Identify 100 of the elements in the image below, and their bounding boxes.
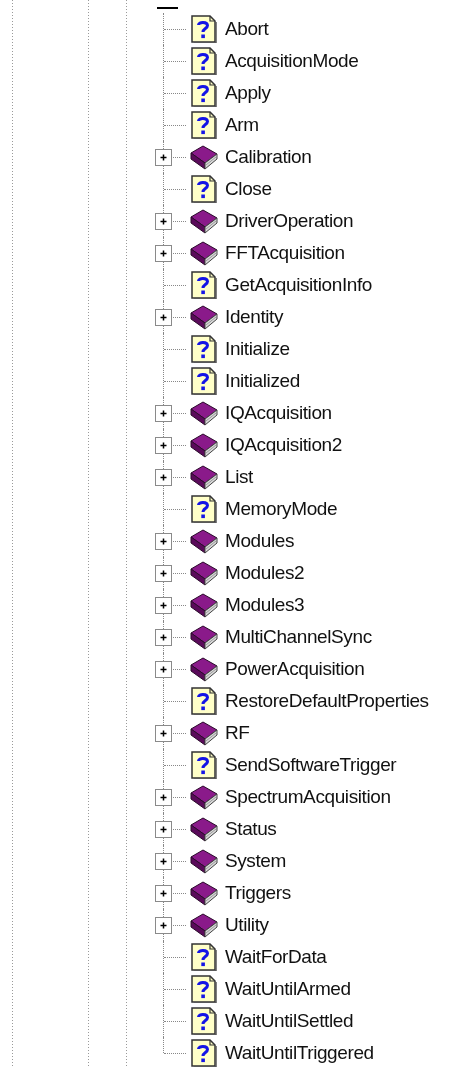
plus-icon	[159, 793, 168, 802]
help-page-icon	[191, 111, 217, 139]
book-icon	[189, 208, 219, 234]
expand-button[interactable]	[155, 309, 172, 326]
book-icon	[189, 240, 219, 266]
book-icon	[189, 400, 219, 426]
tree-item-label[interactable]: GetAcquisitionInfo	[225, 274, 372, 296]
help-page-icon	[191, 15, 217, 43]
book-icon	[189, 880, 219, 906]
plus-icon	[159, 537, 168, 546]
tree-item-label[interactable]: Arm	[225, 114, 259, 136]
expand-button[interactable]	[155, 149, 172, 166]
expand-button[interactable]	[155, 821, 172, 838]
tree-item-label[interactable]: IQAcquisition	[225, 402, 332, 424]
book-icon	[189, 624, 219, 650]
book-icon	[189, 304, 219, 330]
tree-item-label[interactable]: Apply	[225, 82, 271, 104]
expand-button[interactable]	[155, 725, 172, 742]
tree-item-label[interactable]: MemoryMode	[225, 498, 338, 520]
help-page-icon	[191, 1007, 217, 1035]
plus-icon	[159, 441, 168, 450]
expand-button[interactable]	[155, 245, 172, 262]
tree-item-label[interactable]: WaitUntilArmed	[225, 978, 351, 1000]
tree-item-label[interactable]: WaitUntilSettled	[225, 1010, 354, 1032]
expand-button[interactable]	[155, 853, 172, 870]
plus-icon	[159, 825, 168, 834]
book-icon	[189, 656, 219, 682]
plus-icon	[159, 729, 168, 738]
tree-item-label[interactable]: DriverOperation	[225, 210, 354, 232]
tree-item-label[interactable]: SendSoftwareTrigger	[225, 754, 397, 776]
book-icon	[189, 816, 219, 842]
expand-button[interactable]	[155, 885, 172, 902]
expand-button[interactable]	[155, 597, 172, 614]
plus-icon	[159, 313, 168, 322]
book-icon	[189, 528, 219, 554]
expand-button[interactable]	[155, 437, 172, 454]
expand-button[interactable]	[155, 469, 172, 486]
help-page-icon	[191, 975, 217, 1003]
tree-item-label[interactable]: Triggers	[225, 882, 291, 904]
book-icon	[189, 592, 219, 618]
help-page-icon	[191, 367, 217, 395]
book-icon	[189, 144, 219, 170]
tree-item-label[interactable]: WaitUntilTriggered	[225, 1042, 374, 1064]
tree-item-label[interactable]: Abort	[225, 18, 269, 40]
tree-item-label[interactable]: AcquisitionMode	[225, 50, 359, 72]
book-icon	[189, 464, 219, 490]
plus-icon	[159, 409, 168, 418]
tree-item-label[interactable]: Modules	[225, 530, 295, 552]
help-page-icon	[191, 1039, 217, 1067]
plus-icon	[159, 473, 168, 482]
tree-item-label[interactable]: PowerAcquisition	[225, 658, 365, 680]
tree-item-label[interactable]: Identity	[225, 306, 284, 328]
tree-item-label[interactable]: List	[225, 466, 253, 488]
tree-item-label[interactable]: WaitForData	[225, 946, 327, 968]
plus-icon	[159, 601, 168, 610]
tree-item-label[interactable]: Initialized	[225, 370, 300, 392]
tree-item-label[interactable]: Close	[225, 178, 272, 200]
help-page-icon	[191, 335, 217, 363]
book-icon	[189, 848, 219, 874]
help-page-icon	[191, 79, 217, 107]
expand-button[interactable]	[155, 917, 172, 934]
expand-button[interactable]	[155, 533, 172, 550]
tree-item-label[interactable]: Utility	[225, 914, 269, 936]
tree-item-label[interactable]: FFTAcquisition	[225, 242, 345, 264]
tree-item-label[interactable]: Modules3	[225, 594, 305, 616]
tree-item-label[interactable]: Status	[225, 818, 277, 840]
book-icon	[189, 912, 219, 938]
tree-item-label[interactable]: Initialize	[225, 338, 290, 360]
expand-button[interactable]	[155, 405, 172, 422]
help-page-icon	[191, 687, 217, 715]
plus-icon	[159, 665, 168, 674]
tree-item-label[interactable]: MultiChannelSync	[225, 626, 372, 648]
plus-icon	[159, 217, 168, 226]
expand-button[interactable]	[155, 565, 172, 582]
plus-icon	[159, 569, 168, 578]
tree-item-label[interactable]: Modules2	[225, 562, 305, 584]
book-icon	[189, 432, 219, 458]
help-page-icon	[191, 271, 217, 299]
plus-icon	[159, 633, 168, 642]
plus-icon	[159, 921, 168, 930]
plus-icon	[159, 249, 168, 258]
expand-button[interactable]	[155, 789, 172, 806]
expand-button[interactable]	[155, 629, 172, 646]
tree-item-label[interactable]: IQAcquisition2	[225, 434, 342, 456]
expand-button[interactable]	[155, 213, 172, 230]
tree-item-label[interactable]: SpectrumAcquisition	[225, 786, 391, 808]
plus-icon	[159, 153, 168, 162]
tree-item-label[interactable]: System	[225, 850, 286, 872]
expand-button[interactable]	[155, 661, 172, 678]
help-page-icon	[191, 943, 217, 971]
help-page-icon	[191, 47, 217, 75]
help-page-icon	[191, 751, 217, 779]
book-icon	[189, 560, 219, 586]
tree-item-label[interactable]: Calibration	[225, 146, 312, 168]
book-icon	[189, 720, 219, 746]
help-page-icon	[191, 175, 217, 203]
tree-item-label[interactable]: RF	[225, 722, 250, 744]
plus-icon	[159, 889, 168, 898]
tree-item-label[interactable]: RestoreDefaultProperties	[225, 690, 429, 712]
help-page-icon	[191, 495, 217, 523]
